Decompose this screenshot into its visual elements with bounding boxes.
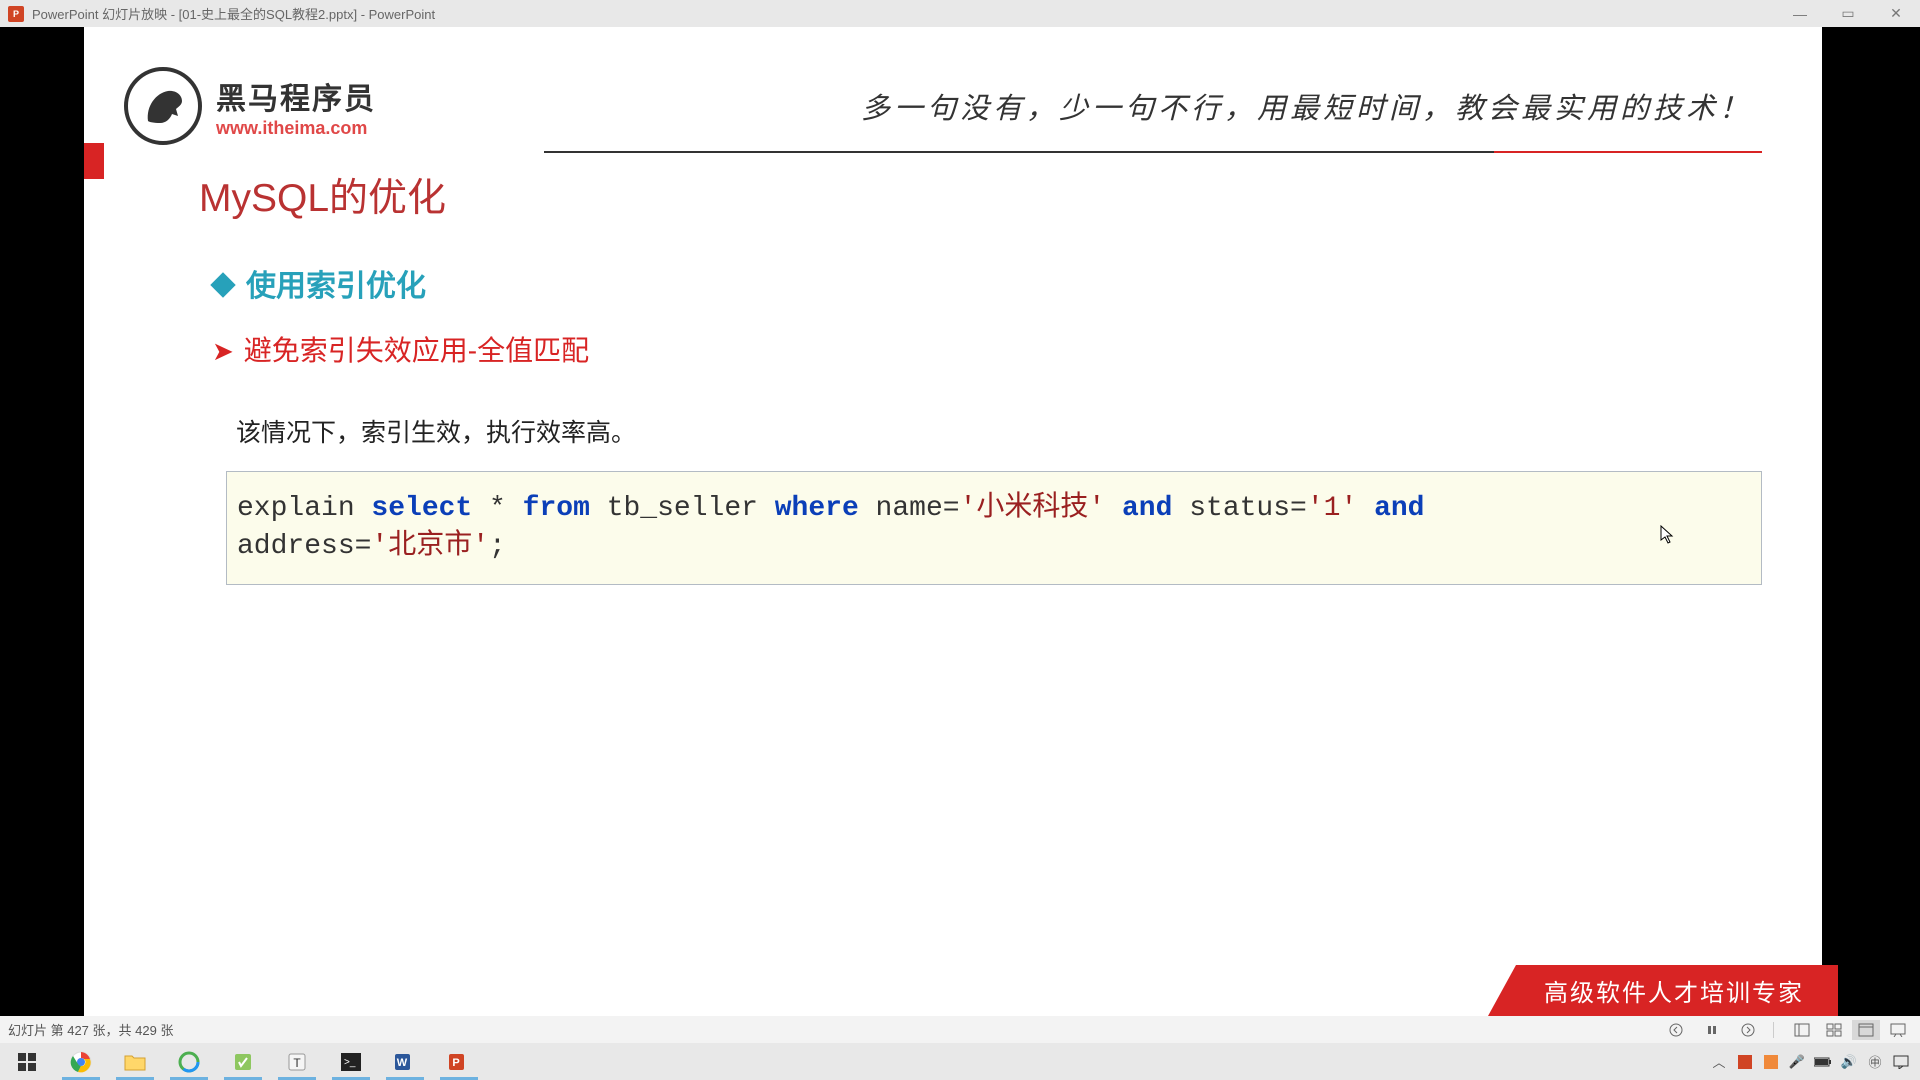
logo: 黑马程序员 www.itheima.com xyxy=(124,67,376,145)
description-text: 该情况下，索引生效，执行效率高。 xyxy=(236,413,636,449)
status-bar: 幻灯片 第 427 张，共 429 张 xyxy=(0,1016,1920,1043)
taskbar-browser[interactable] xyxy=(162,1043,216,1080)
logo-url: www.itheima.com xyxy=(216,118,376,139)
tray-chevron-icon[interactable]: ︿ xyxy=(1710,1053,1728,1071)
slide-header: 黑马程序员 www.itheima.com 多一句没有，少一句不行，用最短时间，… xyxy=(124,67,1762,145)
slide-title: MySQL的优化 xyxy=(199,167,446,223)
tray-battery-icon[interactable] xyxy=(1814,1053,1832,1071)
taskbar-app1[interactable] xyxy=(216,1043,270,1080)
svg-text:P: P xyxy=(452,1057,459,1069)
powerpoint-icon: P xyxy=(8,6,24,22)
diamond-bullet-icon xyxy=(210,272,235,297)
subheading-1-text: 使用索引优化 xyxy=(246,270,426,303)
svg-text:T: T xyxy=(293,1056,301,1070)
taskbar: T >_ W P ︿ 🎤 🔊 ㊥ xyxy=(0,1043,1920,1080)
close-button[interactable]: ✕ xyxy=(1880,4,1912,24)
tray-notification-icon[interactable] xyxy=(1892,1053,1910,1071)
subheading-2: ➤ 避免索引失效应用-全值匹配 xyxy=(212,329,589,369)
tray-mic-icon[interactable]: 🎤 xyxy=(1788,1053,1806,1071)
svg-text:>_: >_ xyxy=(344,1057,356,1068)
minimize-button[interactable]: — xyxy=(1784,4,1816,24)
subheading-1: 使用索引优化 xyxy=(214,261,426,305)
arrow-bullet-icon: ➤ xyxy=(212,336,234,367)
reading-view-button[interactable] xyxy=(1852,1020,1880,1040)
taskbar-app2[interactable]: T xyxy=(270,1043,324,1080)
taskbar-explorer[interactable] xyxy=(108,1043,162,1080)
header-underline xyxy=(544,151,1762,153)
system-tray: ︿ 🎤 🔊 ㊥ xyxy=(1710,1053,1920,1071)
accent-bar xyxy=(84,143,104,179)
slide-counter: 幻灯片 第 427 张，共 429 张 xyxy=(8,1020,1665,1039)
subheading-2-text: 避免索引失效应用-全值匹配 xyxy=(244,335,589,366)
prev-slide-button[interactable] xyxy=(1665,1021,1687,1039)
svg-text:W: W xyxy=(397,1057,408,1069)
tray-volume-icon[interactable]: 🔊 xyxy=(1840,1053,1858,1071)
window-controls: — ▭ ✕ xyxy=(1784,4,1912,24)
next-slide-button[interactable] xyxy=(1737,1021,1759,1039)
taskbar-word[interactable]: W xyxy=(378,1043,432,1080)
taskbar-powerpoint[interactable]: P xyxy=(432,1043,486,1080)
tray-app-icon[interactable] xyxy=(1736,1053,1754,1071)
tray-app2-icon[interactable] xyxy=(1762,1053,1780,1071)
normal-view-button[interactable] xyxy=(1788,1020,1816,1040)
taskbar-terminal[interactable]: >_ xyxy=(324,1043,378,1080)
logo-text-cn: 黑马程序员 xyxy=(216,74,376,118)
code-block: explain select * from tb_seller where na… xyxy=(226,471,1762,585)
presentation-area[interactable]: 黑马程序员 www.itheima.com 多一句没有，少一句不行，用最短时间，… xyxy=(0,27,1920,1016)
titlebar: P PowerPoint 幻灯片放映 - [01-史上最全的SQL教程2.ppt… xyxy=(0,0,1920,27)
logo-icon xyxy=(124,67,202,145)
pause-button[interactable] xyxy=(1701,1021,1723,1039)
slogan: 多一句没有，少一句不行，用最短时间，教会最实用的技术！ xyxy=(376,85,1762,127)
slide: 黑马程序员 www.itheima.com 多一句没有，少一句不行，用最短时间，… xyxy=(84,27,1822,1016)
slideshow-view-button[interactable] xyxy=(1884,1020,1912,1040)
tray-ime-icon[interactable]: ㊥ xyxy=(1866,1053,1884,1071)
start-button[interactable] xyxy=(0,1043,54,1080)
maximize-button[interactable]: ▭ xyxy=(1832,4,1864,24)
window-title: PowerPoint 幻灯片放映 - [01-史上最全的SQL教程2.pptx]… xyxy=(32,4,1784,23)
footer-badge: 高级软件人才培训专家 xyxy=(1488,965,1838,1016)
taskbar-chrome[interactable] xyxy=(54,1043,108,1080)
sorter-view-button[interactable] xyxy=(1820,1020,1848,1040)
